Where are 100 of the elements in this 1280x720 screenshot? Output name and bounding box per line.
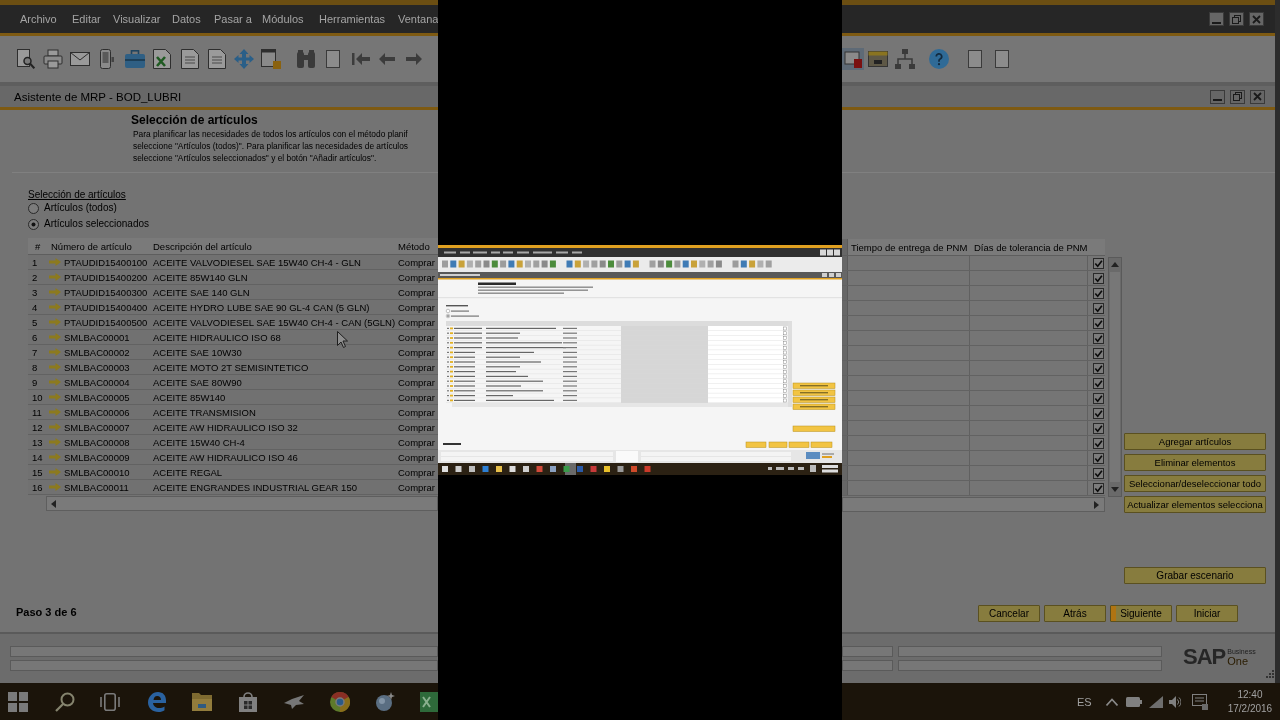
- up-arrow-icon[interactable]: [1111, 262, 1119, 267]
- checkbox[interactable]: [1093, 437, 1104, 449]
- menu-item[interactable]: Editar: [72, 12, 101, 26]
- shopping-bag-icon[interactable]: [239, 691, 257, 712]
- menu-item[interactable]: Módulos: [262, 12, 304, 26]
- mobile-phone-icon[interactable]: [100, 49, 114, 69]
- column-header: Tiempo de entrega de PNM: [851, 240, 968, 254]
- checkbox[interactable]: [1093, 347, 1104, 359]
- table-cell: Comprar: [398, 420, 435, 434]
- table-cell: Comprar: [398, 465, 435, 479]
- wizard-button[interactable]: Iniciar: [1176, 605, 1238, 622]
- document-badge-icon[interactable]: [261, 49, 281, 69]
- action-button[interactable]: Agregar artículos: [1124, 433, 1266, 450]
- table-cell: PTAUDID15400100: [64, 255, 148, 269]
- letter-e-icon[interactable]: [147, 691, 167, 712]
- folder-icon[interactable]: [192, 692, 212, 711]
- checkbox[interactable]: [1093, 362, 1104, 374]
- document-icon[interactable]: [181, 49, 199, 69]
- page-icon[interactable]: [968, 50, 982, 68]
- checkbox[interactable]: [1093, 302, 1104, 314]
- checkbox[interactable]: [1093, 467, 1104, 479]
- briefcase-icon[interactable]: [125, 50, 145, 68]
- window-badge-icon[interactable]: [842, 48, 864, 70]
- window-icon[interactable]: [868, 51, 888, 67]
- save-scenario-button[interactable]: Grabar escenario: [1124, 567, 1266, 584]
- step-label: Paso 3 de 6: [16, 605, 77, 619]
- segmented-circle-icon[interactable]: [330, 691, 350, 712]
- menu-item[interactable]: Pasar a: [214, 12, 252, 26]
- action-button[interactable]: Eliminar elementos: [1124, 454, 1266, 471]
- search-icon[interactable]: [55, 691, 75, 712]
- checkbox[interactable]: [1093, 272, 1104, 284]
- table-cell: ACEITE VALVODIESEL SAE 15W40 CH-4 - CAN (5GLN): [153, 315, 396, 329]
- printer-icon[interactable]: [43, 49, 63, 69]
- menu-item[interactable]: Herramientas: [319, 12, 386, 26]
- checkbox[interactable]: [1093, 332, 1104, 344]
- spreadsheet-icon[interactable]: [420, 691, 438, 712]
- table-cell: Comprar: [398, 330, 435, 344]
- vertical-scrollbar[interactable]: [1108, 257, 1122, 497]
- checkbox[interactable]: [1093, 287, 1104, 299]
- wizard-button[interactable]: Cancelar: [978, 605, 1040, 622]
- table-cell: ACEITE SAE 140 GLN: [153, 285, 250, 299]
- speaker-icon[interactable]: [1168, 695, 1181, 708]
- plane-icon[interactable]: [284, 694, 304, 709]
- menu-item[interactable]: Ventana: [398, 12, 438, 26]
- checkbox[interactable]: [1093, 452, 1104, 464]
- down-arrow-icon[interactable]: [1111, 487, 1119, 492]
- stacked-windows-icon[interactable]: [100, 692, 120, 711]
- checkbox[interactable]: [1093, 482, 1104, 494]
- column-header: Descripción del artículo: [153, 239, 252, 253]
- horizontal-scrollbar[interactable]: [842, 497, 1105, 512]
- left-arrow-icon[interactable]: [51, 499, 56, 508]
- menu-item[interactable]: Datos: [172, 12, 201, 26]
- checkbox[interactable]: [1093, 407, 1104, 419]
- wizard-button[interactable]: Siguiente: [1110, 605, 1172, 622]
- binoculars-icon[interactable]: [296, 50, 316, 68]
- clock-time[interactable]: 12:40: [1237, 687, 1263, 702]
- orb-icon[interactable]: [375, 691, 395, 712]
- action-button[interactable]: Seleccionar/deseleccionar todo: [1124, 475, 1266, 492]
- checkbox[interactable]: [1093, 377, 1104, 389]
- clock-date[interactable]: 17/2/2016: [1227, 701, 1273, 716]
- left-arrow-icon[interactable]: [379, 53, 395, 65]
- row-number: 5: [32, 315, 38, 329]
- menu-item[interactable]: Archivo: [20, 12, 57, 26]
- caret-up-icon[interactable]: [1105, 697, 1118, 706]
- language-indicator[interactable]: ES: [1077, 695, 1092, 708]
- radio-label[interactable]: Artículos (todos): [44, 202, 117, 214]
- wizard-button[interactable]: Atrás: [1044, 605, 1106, 622]
- action-button[interactable]: Actualizar elementos selecciona: [1124, 496, 1266, 513]
- hierarchy-icon[interactable]: [895, 49, 915, 69]
- horizontal-scrollbar[interactable]: [46, 496, 438, 511]
- battery-icon[interactable]: [1125, 696, 1142, 707]
- document-icon[interactable]: [208, 49, 226, 69]
- resize-grip-icon[interactable]: [1266, 670, 1274, 678]
- spreadsheet-icon[interactable]: [153, 49, 171, 69]
- menu-item[interactable]: Visualizar: [113, 12, 161, 26]
- table-cell: ACEITE SAE 10W30: [153, 345, 242, 359]
- table-cell: Comprar: [398, 300, 435, 314]
- radio-label[interactable]: Artículos seleccionados: [44, 218, 150, 230]
- checkbox[interactable]: [1093, 317, 1104, 329]
- row-number: 4: [32, 300, 38, 314]
- page-icon[interactable]: [995, 50, 1009, 68]
- checkbox[interactable]: [1093, 257, 1104, 269]
- document-search-icon[interactable]: [15, 49, 35, 69]
- row-number: 13: [32, 435, 43, 449]
- envelope-icon[interactable]: [70, 52, 90, 66]
- message-icon[interactable]: [1191, 693, 1208, 710]
- checkbox[interactable]: [1093, 422, 1104, 434]
- signal-icon[interactable]: [1148, 695, 1163, 708]
- help-icon[interactable]: [929, 49, 949, 69]
- right-arrow-icon[interactable]: [1094, 500, 1099, 509]
- radio-button[interactable]: [28, 218, 39, 230]
- column-header: Días de tolerancia de PNM: [974, 240, 1088, 254]
- radio-button[interactable]: [28, 202, 39, 214]
- table-cell: Comprar: [398, 435, 435, 449]
- right-arrow-icon[interactable]: [406, 53, 422, 65]
- four-panes-icon[interactable]: [8, 691, 28, 712]
- first-record-icon[interactable]: [352, 52, 370, 66]
- table-cell: SMLBAC00002: [64, 345, 130, 359]
- checkbox[interactable]: [1093, 392, 1104, 404]
- page-icon[interactable]: [326, 50, 340, 68]
